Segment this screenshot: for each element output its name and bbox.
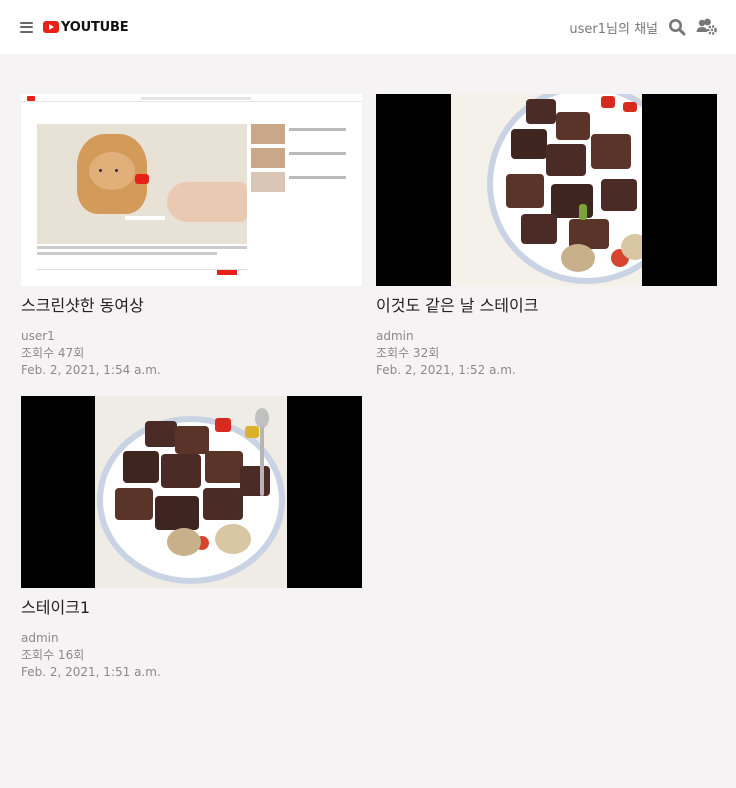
menu-icon[interactable] xyxy=(20,21,33,33)
video-date: Feb. 2, 2021, 1:54 a.m. xyxy=(21,363,161,377)
video-thumbnail[interactable] xyxy=(376,94,717,286)
video-views: 조회수 47회 xyxy=(21,346,85,360)
channel-suffix: 님의 채널 xyxy=(606,21,658,37)
video-date: Feb. 2, 2021, 1:52 a.m. xyxy=(376,363,516,377)
logo-text: YOUTUBE xyxy=(61,19,129,35)
steak-thumbnail-image xyxy=(95,396,287,588)
steak-thumbnail-image xyxy=(451,94,642,286)
header-left: YOUTUBE xyxy=(20,19,129,35)
screenshot-thumbnail-image xyxy=(21,94,362,286)
video-author: admin xyxy=(376,329,414,343)
video-meta: user1 조회수 47회 Feb. 2, 2021, 1:54 a.m. xyxy=(21,328,362,379)
video-grid: 스크린샷한 동여상 user1 조회수 47회 Feb. 2, 2021, 1:… xyxy=(0,54,736,698)
video-views: 조회수 16회 xyxy=(21,648,85,662)
video-meta: admin 조회수 16회 Feb. 2, 2021, 1:51 a.m. xyxy=(21,630,362,681)
video-views: 조회수 32회 xyxy=(376,346,440,360)
header-right: user1님의 채널 xyxy=(569,18,718,37)
video-thumbnail[interactable] xyxy=(21,94,362,286)
video-card[interactable]: 이것도 같은 날 스테이크 admin 조회수 32회 Feb. 2, 2021… xyxy=(376,94,717,396)
video-card[interactable]: 스테이크1 admin 조회수 16회 Feb. 2, 2021, 1:51 a… xyxy=(21,396,362,698)
video-title[interactable]: 이것도 같은 날 스테이크 xyxy=(376,296,717,316)
youtube-logo-icon xyxy=(43,21,59,33)
video-author: user1 xyxy=(21,329,55,343)
channel-user: user1 xyxy=(569,21,607,37)
my-channel-link[interactable]: user1님의 채널 xyxy=(569,18,658,37)
video-card[interactable]: 스크린샷한 동여상 user1 조회수 47회 Feb. 2, 2021, 1:… xyxy=(21,94,362,396)
video-date: Feb. 2, 2021, 1:51 a.m. xyxy=(21,665,161,679)
video-title[interactable]: 스테이크1 xyxy=(21,598,362,618)
video-author: admin xyxy=(21,631,59,645)
video-thumbnail[interactable] xyxy=(21,396,362,588)
users-cog-icon[interactable] xyxy=(696,18,718,36)
top-header: YOUTUBE user1님의 채널 xyxy=(0,0,736,54)
youtube-logo[interactable]: YOUTUBE xyxy=(43,19,129,35)
video-title[interactable]: 스크린샷한 동여상 xyxy=(21,296,362,316)
video-meta: admin 조회수 32회 Feb. 2, 2021, 1:52 a.m. xyxy=(376,328,717,379)
search-icon[interactable] xyxy=(668,18,686,36)
